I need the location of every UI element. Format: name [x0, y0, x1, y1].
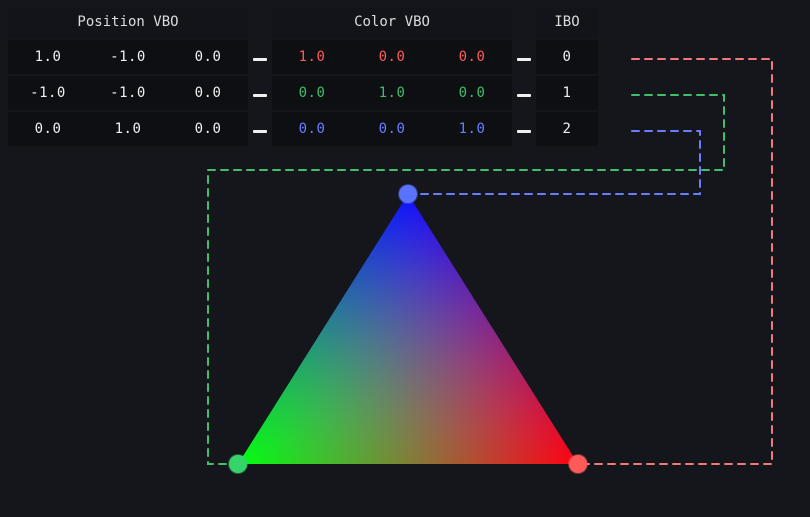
vertex-top-blue	[399, 185, 417, 203]
link-dash-icon	[248, 114, 272, 148]
pos-cell: 1.0	[8, 40, 88, 74]
color-cell: 0.0	[432, 40, 512, 74]
color-cell: 0.0	[432, 76, 512, 110]
table-row: 1.0 -1.0 0.0	[8, 38, 248, 74]
ibo-cell: 2	[536, 112, 598, 146]
link-dash-icon	[512, 78, 536, 112]
vertex-left-green	[229, 455, 247, 473]
pos-cell: -1.0	[8, 76, 88, 110]
table-row: 0	[536, 38, 598, 74]
pos-cell: 0.0	[168, 112, 248, 146]
pos-cell: 1.0	[88, 112, 168, 146]
link-column	[248, 8, 272, 148]
position-vbo-table: Position VBO 1.0 -1.0 0.0 -1.0 -1.0 0.0 …	[8, 8, 248, 146]
wire-red	[578, 59, 772, 464]
color-vbo-table: Color VBO 1.0 0.0 0.0 0.0 1.0 0.0 0.0 0.…	[272, 8, 512, 146]
table-row: 1	[536, 74, 598, 110]
color-cell: 0.0	[352, 40, 432, 74]
pos-cell: -1.0	[88, 76, 168, 110]
table-row: 0.0 1.0 0.0	[272, 74, 512, 110]
triangle-svg	[238, 194, 578, 464]
color-cell: 1.0	[272, 40, 352, 74]
pos-cell: 0.0	[8, 112, 88, 146]
link-dash-icon	[512, 114, 536, 148]
color-cell: 0.0	[272, 112, 352, 146]
link-dash-icon	[248, 42, 272, 76]
link-dash-icon	[512, 42, 536, 76]
table-row: 1.0 0.0 0.0	[272, 38, 512, 74]
link-dash-icon	[248, 78, 272, 112]
color-cell: 0.0	[272, 76, 352, 110]
pos-cell: 0.0	[168, 40, 248, 74]
ibo-cell: 0	[536, 40, 598, 74]
color-vbo-header: Color VBO	[272, 8, 512, 38]
link-column	[512, 8, 536, 148]
vertex-right-red	[569, 455, 587, 473]
pos-cell: -1.0	[88, 40, 168, 74]
color-cell: 1.0	[352, 76, 432, 110]
table-row: 0.0 0.0 1.0	[272, 110, 512, 146]
table-row: 0.0 1.0 0.0	[8, 110, 248, 146]
table-row: 2	[536, 110, 598, 146]
pos-cell: 0.0	[168, 76, 248, 110]
buffer-tables: Position VBO 1.0 -1.0 0.0 -1.0 -1.0 0.0 …	[8, 8, 598, 148]
color-cell: 0.0	[352, 112, 432, 146]
table-row: -1.0 -1.0 0.0	[8, 74, 248, 110]
rgb-triangle	[238, 194, 578, 464]
ibo-header: IBO	[536, 8, 598, 38]
position-vbo-header: Position VBO	[8, 8, 248, 38]
ibo-cell: 1	[536, 76, 598, 110]
color-cell: 1.0	[432, 112, 512, 146]
ibo-table: IBO 0 1 2	[536, 8, 598, 146]
